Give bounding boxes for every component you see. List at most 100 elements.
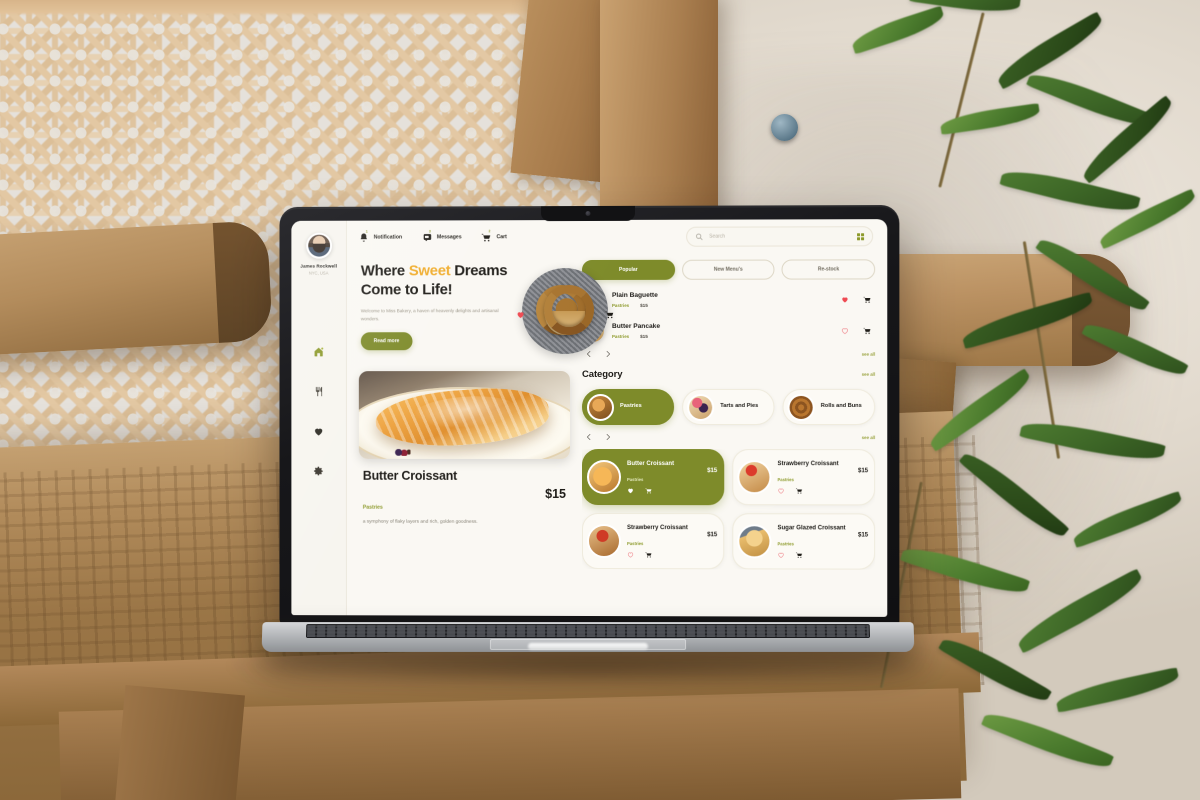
heart-icon [315,428,323,436]
category-chip-pastries[interactable]: Pastries [582,388,675,426]
products-see-all-link[interactable]: see all [862,435,876,440]
heart-icon[interactable] [777,487,784,494]
product-card-butter-croissant[interactable]: Butter Croissant $15 Pastries [582,448,725,506]
product-card-body: Butter Croissant $15 Pastries [627,461,717,494]
app-screen: James Rockwell NYC, USA 1 Notification 3… [291,219,888,617]
hero-section: Where Sweet Dreams Come to Life! Welcome… [359,256,614,358]
nav-notification[interactable]: 1 Notification [359,230,402,243]
tab-restock[interactable]: Re-stock [781,259,876,280]
product-card-body: Sugar Glazed Croissant $15 Pastries [777,525,868,558]
product-card-top: Strawberry Croissant $15 [777,461,868,474]
product-card-body: Strawberry Croissant $15 Pastries [777,461,868,494]
cart-icon[interactable] [645,551,652,558]
featured-product-price: $15 [545,486,567,501]
product-card-body: Strawberry Croissant $15 Pastries [627,525,717,558]
category-see-all-link[interactable]: see all [862,372,876,377]
featured-product-category: Pastries [362,504,383,511]
product-name: Sugar Glazed Croissant [777,524,846,531]
list-item-meta: Pastries $15 [612,303,833,308]
heart-icon[interactable] [841,327,849,335]
list-item[interactable]: Butter Pancake Pastries $15 [582,319,875,343]
product-name: Butter Croissant [627,460,675,467]
featured-product-card[interactable]: Butter Croissant $15 Pastries a symphony… [358,371,571,527]
sidebar-nav [310,343,327,479]
topbar: 1 Notification 3 Messages 2 Cart Search [347,219,887,254]
sidebar-item-home[interactable] [310,343,327,360]
product-price: $15 [858,531,869,539]
read-more-button[interactable]: Read more [360,332,413,351]
category-label: Pastries [620,403,642,410]
chevron-left-icon[interactable] [585,433,593,441]
chair-metal-peg [771,114,798,141]
list-item-price: $15 [640,333,648,339]
cart-icon[interactable] [796,487,803,494]
popular-carousel-controls: see all [582,350,875,358]
hero-image-wrap [518,264,614,358]
avatar[interactable] [305,232,332,259]
hero-favorite-button[interactable] [514,308,527,321]
popular-see-all-link[interactable]: see all [862,351,876,356]
sidebar-user-location: NYC, USA [308,270,329,276]
hero-title-part2: Dreams [450,262,508,280]
category-chip-tarts-and-pies[interactable]: Tarts and Pies [682,388,775,426]
hero-cart-button[interactable] [603,308,616,321]
laptop: James Rockwell NYC, USA 1 Notification 3… [218,205,958,686]
product-card-top: Strawberry Croissant $15 [627,525,717,538]
product-card-strawberry-croissant-1[interactable]: Strawberry Croissant $15 Pastries [732,449,876,506]
product-category: Pastries [777,476,794,482]
gear-icon [314,466,323,476]
product-card-strawberry-croissant-2[interactable]: Strawberry Croissant $15 Pastries [582,512,725,570]
right-column: Popular New Menu's Re-stock Plain Baguet… [582,255,876,617]
list-item-body: Butter Pancake Pastries $15 [612,323,833,339]
chevron-right-icon[interactable] [604,433,612,441]
sidebar-item-menu[interactable] [310,383,327,400]
sidebar-user-name: James Rockwell [300,263,337,269]
list-item-body: Plain Baguette Pastries $15 [612,292,833,308]
product-actions [627,487,717,494]
product-card-sugar-glazed-croissant[interactable]: Sugar Glazed Croissant $15 Pastries [732,513,876,570]
cart-icon[interactable] [863,327,871,335]
tab-new-menus[interactable]: New Menu's [681,259,775,280]
nav-messages[interactable]: 3 Messages [422,229,462,242]
product-thumbnail [587,523,622,559]
product-category: Pastries [627,476,644,482]
search-input[interactable]: Search [686,226,874,247]
heart-icon[interactable] [627,487,634,494]
featured-product-description: a symphony of flaky layers and rich, gol… [362,519,478,525]
heart-icon[interactable] [627,551,634,558]
nav-cart-label: Cart [496,234,507,241]
left-column: Where Sweet Dreams Come to Life! Welcome… [358,256,614,616]
featured-title-row: Butter Croissant $15 [363,468,566,501]
chair-wood-post [600,0,718,223]
product-thumbnail [737,524,772,559]
hero-text: Where Sweet Dreams Come to Life! Welcome… [359,262,512,351]
cart-icon[interactable] [863,295,871,303]
featured-product-info: Butter Croissant $15 Pastries a symphony… [359,459,570,526]
nav-cart[interactable]: 2 Cart [482,229,507,242]
sidebar-item-settings[interactable] [310,463,327,480]
category-thumbnail [787,393,815,421]
sidebar-item-favorites[interactable] [310,423,327,440]
category-header: Category see all [582,369,875,380]
category-chip-rolls-and-buns[interactable]: Rolls and Buns [782,388,876,426]
hero-title-accent: Sweet [408,262,451,280]
heart-icon[interactable] [777,551,784,558]
page-title: Where Sweet Dreams Come to Life! [361,262,512,299]
grid-filter-icon[interactable] [857,232,865,240]
list-item-actions [841,327,875,335]
cart-icon [605,311,614,319]
product-price: $15 [858,467,869,474]
keyboard [305,624,871,638]
products-arrows [582,433,612,441]
laptop-lid: James Rockwell NYC, USA 1 Notification 3… [279,205,900,627]
featured-product-title: Butter Croissant [362,468,458,483]
list-item[interactable]: Plain Baguette Pastries $15 [582,288,875,312]
trackpad [489,638,687,650]
utensils-icon [315,387,323,397]
heart-icon[interactable] [841,296,849,304]
chevron-right-icon[interactable] [604,350,612,358]
chair-left-armrest [0,220,273,356]
cart-icon[interactable] [796,551,803,558]
chevron-left-icon[interactable] [585,350,593,358]
cart-icon[interactable] [645,487,652,494]
